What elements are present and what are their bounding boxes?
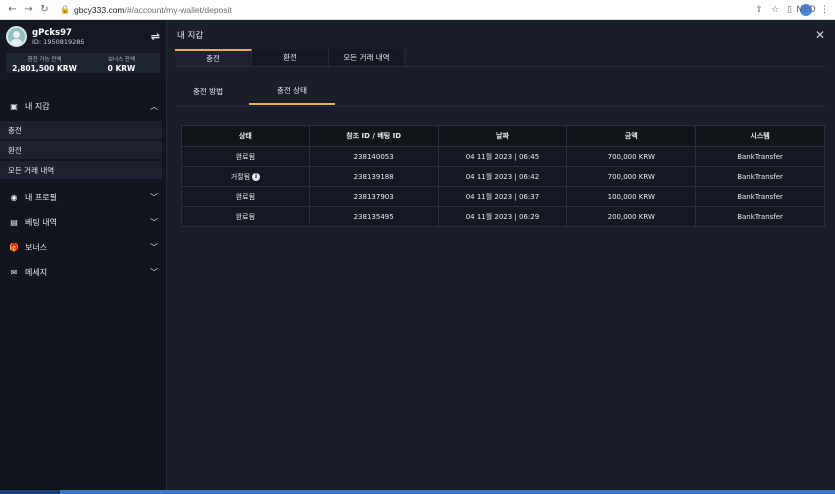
sidebar-item-withdraw[interactable]: 환전 — [0, 141, 162, 159]
bonus-balance: 보너스 잔액 0 KRW — [83, 53, 160, 73]
star-icon[interactable]: ☆ — [771, 5, 779, 15]
info-icon[interactable]: i — [252, 172, 261, 181]
back-arrow-icon[interactable]: ← — [6, 4, 19, 15]
status-text: 완료됨 — [235, 152, 256, 161]
table-row: 완료됨 238135495 04 11월 2023 | 06:29 200,00… — [181, 206, 825, 227]
ref-id-cell: 238139188 — [308, 166, 439, 187]
forward-arrow-icon[interactable]: → — [22, 4, 35, 15]
reload-icon[interactable]: ↻ — [38, 4, 51, 15]
tab-deposit[interactable]: 충전 — [175, 49, 252, 66]
kebab-menu-icon[interactable]: ⋮ — [820, 5, 829, 15]
chevron-down-icon: ﹀ — [150, 193, 158, 202]
table-header-row: 상태 참조 ID / 베팅 ID 날짜 금액 시스템 — [181, 125, 825, 147]
profile-avatar[interactable]: NEO — [796, 3, 816, 16]
balance-value: 0 KRW — [107, 64, 136, 73]
subtab-deposit-status[interactable]: 충전 상태 — [249, 77, 335, 105]
url-host: gbcy333.com — [73, 4, 125, 15]
sidebar-item-label: 메세지 — [25, 268, 48, 277]
column-header-status: 상태 — [181, 125, 310, 147]
date-cell: 04 11월 2023 | 06:42 — [437, 166, 568, 187]
date-cell: 04 11월 2023 | 06:29 — [437, 206, 568, 227]
wallet-tabs: 충전 환전 모든 거래 내역 — [175, 49, 826, 67]
status-text: 완료됨 — [235, 212, 256, 221]
address-bar[interactable]: 🔒 gbcy333.com/#/account/my-wallet/deposi… — [60, 5, 755, 15]
table-row: 완료됨 238137903 04 11월 2023 | 06:37 100,00… — [181, 186, 825, 207]
date-cell: 04 11월 2023 | 06:45 — [437, 146, 568, 167]
balances: 환전 가능 잔액 2,801,500 KRW 보너스 잔액 0 KRW — [6, 53, 160, 73]
sidebar-item-label: 보너스 — [25, 243, 48, 252]
envelope-icon: ✉ — [10, 268, 18, 277]
sidebar-item-all-transactions[interactable]: 모든 거래 내역 — [0, 161, 162, 179]
url-text: gbcy333.com/#/account/my-wallet/deposit — [74, 5, 232, 15]
clipboard-icon: ▤ — [10, 218, 18, 227]
sidebar-item-label: 베팅 내역 — [25, 218, 57, 227]
table-row: 완료됨 238140053 04 11월 2023 | 06:45 700,00… — [181, 146, 825, 167]
amount-cell: 700,000 KRW — [566, 146, 697, 167]
column-header-amount: 금액 — [566, 125, 697, 147]
transfer-icon[interactable]: ⇌ — [151, 30, 160, 43]
amount-cell: 200,000 KRW — [566, 206, 697, 227]
tab-all-transactions[interactable]: 모든 거래 내역 — [329, 49, 405, 66]
status-text: 거절됨 — [230, 172, 251, 181]
system-cell: BankTransfer — [695, 146, 825, 167]
system-cell: BankTransfer — [695, 206, 825, 227]
wallet-icon: ▣ — [10, 102, 18, 111]
status-cell: 완료됨 — [181, 206, 310, 227]
taskbar-strip — [0, 490, 835, 494]
table-row: 거절됨 i 238139188 04 11월 2023 | 06:42 700,0… — [181, 166, 825, 187]
browser-toolbar: ← → ↻ 🔒 gbcy333.com/#/account/my-wallet/… — [0, 0, 835, 20]
sidebar-item-bet-history[interactable]: ▤ 베팅 내역 ﹀ — [0, 210, 166, 235]
username: gPcks97 — [32, 27, 72, 38]
subtab-deposit-method[interactable]: 충전 방법 — [175, 77, 241, 105]
chevron-down-icon: ﹀ — [150, 268, 158, 277]
url-path: /#/account/my-wallet/deposit — [124, 4, 232, 15]
status-cell: 완료됨 — [181, 146, 310, 167]
tab-withdraw[interactable]: 환전 — [252, 49, 329, 66]
sidebar-item-label: 내 프로필 — [25, 193, 57, 202]
sidebar-item-bonus[interactable]: 🎁 보너스 ﹀ — [0, 235, 166, 260]
sidebar-item-label: 내 지갑 — [25, 102, 50, 111]
sidebar-item-wallet[interactable]: ▣ 내 지갑 ︿ — [0, 94, 166, 119]
ref-id-cell: 238140053 — [308, 146, 439, 167]
sidepanel-icon[interactable]: ▯ — [787, 5, 792, 15]
user-circle-icon: ◉ — [10, 193, 18, 202]
status-cell: 완료됨 — [181, 186, 310, 207]
deposit-subtabs: 충전 방법 충전 상태 — [175, 77, 335, 105]
column-header-ref-id: 참조 ID / 베팅 ID — [308, 125, 439, 147]
chevron-down-icon: ﹀ — [150, 243, 158, 252]
close-icon[interactable]: ✕ — [815, 28, 825, 42]
sidebar-item-deposit[interactable]: 충전 — [0, 121, 162, 139]
amount-cell: 100,000 KRW — [566, 186, 697, 207]
balance-value: 2,801,500 KRW — [12, 64, 77, 73]
withdrawable-balance: 환전 가능 잔액 2,801,500 KRW — [6, 53, 83, 73]
ref-id-cell: 238135495 — [308, 206, 439, 227]
sidebar: gPcks97 ID: 1950819285 ⇌ 환전 가능 잔액 2,801,… — [0, 20, 166, 490]
system-cell: BankTransfer — [695, 166, 825, 187]
wallet-panel: 내 지갑 ✕ 충전 환전 모든 거래 내역 충전 방법 충전 상태 상태 참조 … — [166, 20, 835, 490]
subtab-divider — [175, 106, 826, 107]
balance-label: 환전 가능 잔액 — [27, 57, 62, 63]
sidebar-item-profile[interactable]: ◉ 내 프로필 ﹀ — [0, 185, 166, 210]
page-title: 내 지갑 — [177, 30, 204, 41]
gift-icon: 🎁 — [9, 243, 19, 252]
status-text: 완료됨 — [235, 192, 256, 201]
ref-id-cell: 238137903 — [308, 186, 439, 207]
column-header-system: 시스템 — [695, 125, 825, 147]
lock-icon: 🔒 — [60, 5, 70, 14]
date-cell: 04 11월 2023 | 06:37 — [437, 186, 568, 207]
chevron-down-icon: ﹀ — [150, 218, 158, 227]
user-block: gPcks97 ID: 1950819285 ⇌ 환전 가능 잔액 2,801,… — [0, 20, 166, 80]
system-cell: BankTransfer — [695, 186, 825, 207]
share-icon[interactable]: ⇪ — [755, 5, 763, 15]
column-header-date: 날짜 — [437, 125, 568, 147]
status-cell: 거절됨 i — [181, 166, 310, 187]
avatar[interactable] — [6, 26, 27, 47]
user-id: ID: 1950819285 — [32, 37, 85, 46]
chevron-up-icon: ︿ — [150, 102, 158, 111]
balance-label: 보너스 잔액 — [107, 57, 136, 63]
sidebar-item-messages[interactable]: ✉ 메세지 ﹀ — [0, 260, 166, 285]
amount-cell: 700,000 KRW — [566, 166, 697, 187]
deposit-status-table: 상태 참조 ID / 베팅 ID 날짜 금액 시스템 완료됨 238140053… — [181, 125, 825, 227]
